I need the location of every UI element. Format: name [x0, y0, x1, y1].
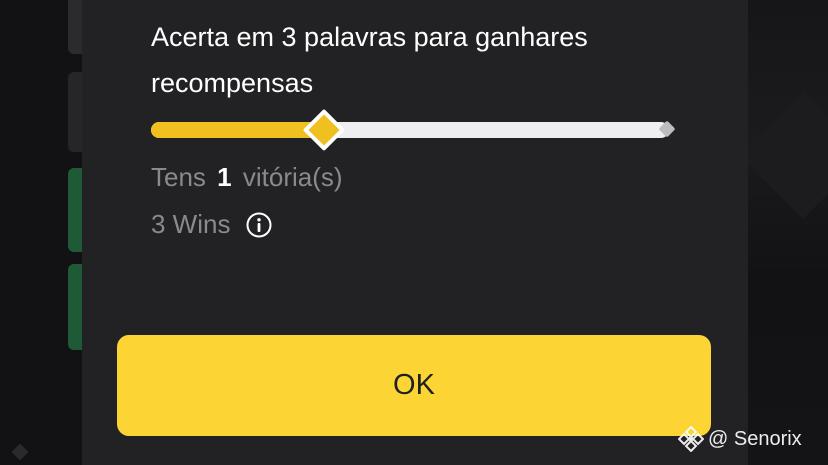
screen: Acerta em 3 palavras para ganhares recom… [0, 0, 828, 465]
reward-dialog: Acerta em 3 palavras para ganhares recom… [82, 0, 748, 465]
wins-prefix: Tens [151, 162, 206, 192]
binance-logo-icon [678, 426, 704, 452]
background-panel [748, 0, 828, 465]
dialog-message: Acerta em 3 palavras para ganhares recom… [151, 22, 588, 98]
progress-marker-icon [302, 108, 346, 152]
watermark: @ Senorix [678, 426, 802, 452]
ok-button[interactable]: OK [117, 335, 711, 436]
wins-target: 3 Wins [151, 209, 272, 240]
wins-target-label: 3 Wins [151, 209, 231, 239]
wins-suffix: vitória(s) [242, 162, 343, 192]
wins-status: Tens 1 vitória(s) [151, 162, 343, 193]
watermark-handle: @ Senorix [708, 427, 802, 450]
background-diamond-icon [11, 443, 29, 461]
info-icon[interactable] [246, 212, 272, 238]
win-progress-fill [151, 122, 322, 138]
progress-end-marker-icon [658, 120, 676, 138]
wins-count: 1 [217, 162, 232, 192]
win-progress-bar [151, 108, 676, 152]
